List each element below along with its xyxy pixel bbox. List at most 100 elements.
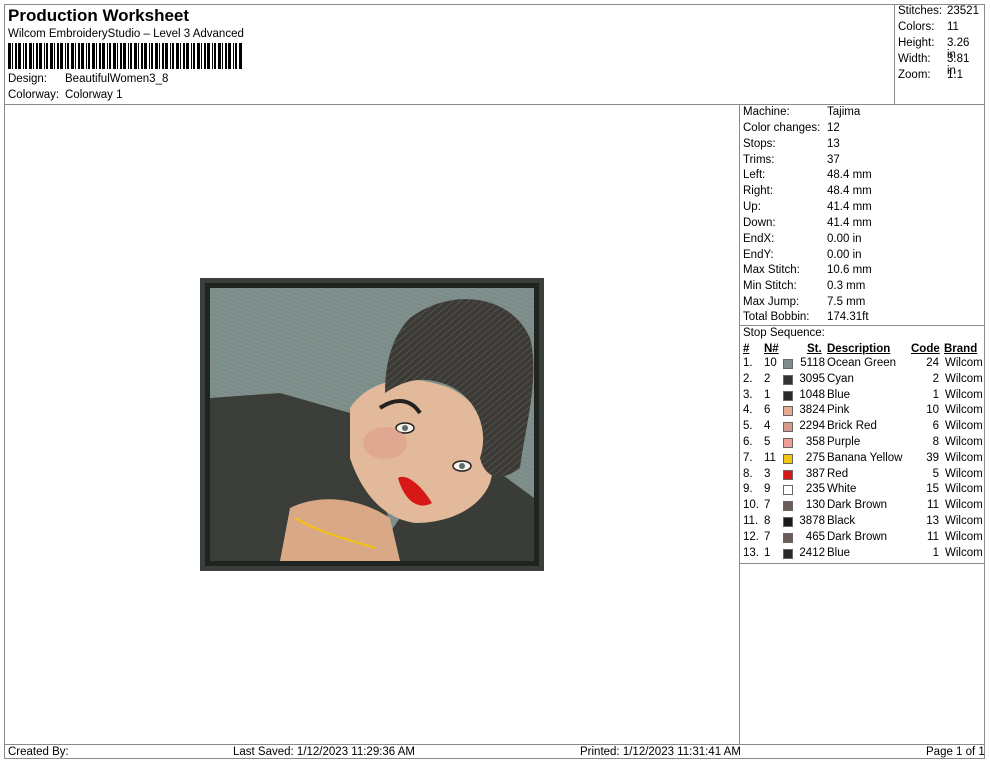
row-needle: 1 — [764, 388, 771, 401]
barcode-bar — [162, 43, 164, 69]
row-brand: Wilcom — [945, 499, 983, 512]
barcode-bar — [107, 43, 108, 69]
row-brand: Wilcom — [945, 546, 983, 559]
stop-sequence-row: 7. 11 275 Banana Yellow 39 Wilcom — [743, 452, 983, 468]
color-swatch — [783, 453, 793, 464]
row-code: 11 — [927, 530, 939, 543]
header-divider — [4, 104, 985, 105]
row-description: White — [827, 483, 857, 496]
row-description: Ocean Green — [827, 357, 897, 369]
row-description: Cyan — [827, 372, 854, 385]
row-number: 6. — [743, 436, 753, 448]
row-code: 5 — [932, 467, 939, 480]
row-number: 1. — [743, 357, 753, 369]
row-code: 11 — [927, 499, 939, 512]
info-row: Total Bobbin: 174.31ft — [743, 311, 869, 323]
row-description: Blue — [827, 388, 851, 401]
row-stitches: 130 — [805, 499, 825, 512]
barcode-bar — [191, 43, 192, 69]
stop-sequence-row: 6. 5 358 Purple 8 Wilcom — [743, 436, 983, 452]
barcode-bar — [186, 43, 189, 69]
row-brand: Wilcom — [945, 357, 983, 369]
design-blush — [363, 427, 407, 459]
barcode-bar — [113, 43, 116, 69]
row-brand: Wilcom — [945, 530, 983, 543]
info-row: Min Stitch: 0.3 mm — [743, 280, 866, 292]
row-code: 6 — [932, 420, 939, 433]
color-swatch — [783, 469, 793, 480]
row-brand: Wilcom — [945, 436, 983, 448]
row-needle: 5 — [764, 436, 771, 448]
row-stitches: 2412 — [799, 546, 825, 559]
row-needle: 11 — [764, 451, 776, 464]
info-stop-divider — [739, 325, 985, 326]
barcode-bar — [102, 43, 105, 69]
row-stitches: 3824 — [799, 404, 825, 417]
row-stitches: 3878 — [799, 515, 825, 527]
col-header-code: Code — [911, 343, 940, 355]
row-code: 24 — [926, 357, 939, 369]
row-code: 1 — [932, 388, 939, 401]
barcode-bar — [180, 43, 181, 69]
barcode-bar — [120, 43, 122, 69]
row-needle: 3 — [764, 467, 771, 480]
colorway-value: Colorway 1 — [65, 89, 123, 101]
barcode-bar — [71, 43, 74, 69]
barcode-bar — [214, 43, 216, 69]
info-row: EndY: 0.00 in — [743, 249, 862, 261]
row-code: 1 — [932, 546, 939, 559]
row-description: Brick Red — [827, 420, 877, 433]
row-needle: 9 — [764, 483, 771, 496]
color-swatch — [783, 532, 793, 543]
barcode-bar — [36, 43, 38, 69]
barcode-bar — [159, 43, 160, 69]
stop-sequence-row: 12. 7 465 Dark Brown 11 Wilcom — [743, 531, 983, 547]
row-number: 7. — [743, 451, 753, 464]
row-stitches: 5118 — [800, 357, 825, 369]
barcode-bar — [239, 43, 242, 69]
stop-sequence-row: 11. 8 3878 Black 13 Wilcom — [743, 515, 983, 531]
color-swatch — [783, 501, 793, 512]
row-number: 4. — [743, 404, 753, 417]
barcode-bar — [228, 43, 231, 69]
stop-sequence-row: 10. 7 130 Dark Brown 11 Wilcom — [743, 499, 983, 515]
stop-sequence-row: 13. 1 2412 Blue 1 Wilcom — [743, 547, 983, 563]
row-stitches: 2294 — [799, 420, 825, 433]
design-label: Design: — [8, 73, 47, 85]
barcode-bar — [193, 43, 195, 69]
row-description: Black — [827, 515, 856, 527]
info-row: EndX: 0.00 in — [743, 233, 862, 245]
barcode-bar — [78, 43, 80, 69]
info-row: Right: 48.4 mm — [743, 185, 872, 197]
row-brand: Wilcom — [945, 372, 983, 385]
row-description: Dark Brown — [827, 530, 888, 543]
row-number: 11. — [743, 515, 759, 527]
stop-sequence-row: 8. 3 387 Red 5 Wilcom — [743, 468, 983, 484]
barcode-bar — [225, 43, 227, 69]
barcode-bar — [50, 43, 53, 69]
barcode-bar — [233, 43, 234, 69]
summary-row: Zoom: 1:1 — [898, 69, 963, 81]
info-row: Up: 41.4 mm — [743, 201, 872, 213]
page-number: Page 1 of 1 — [926, 746, 985, 758]
barcode-bar — [128, 43, 129, 69]
summary-row: Width: 3.81 in — [898, 53, 970, 77]
color-swatch — [783, 359, 793, 369]
page-title: Production Worksheet — [8, 6, 190, 25]
row-number: 3. — [743, 388, 753, 401]
row-needle: 8 — [764, 515, 771, 527]
row-number: 5. — [743, 420, 753, 433]
row-description: Purple — [827, 436, 861, 448]
colorway-label: Colorway: — [8, 89, 60, 101]
barcode-bar — [46, 43, 48, 69]
row-code: 13 — [926, 515, 939, 527]
row-needle: 1 — [764, 546, 771, 559]
row-description: Dark Brown — [827, 499, 888, 512]
barcode-bar — [201, 43, 202, 69]
last-saved: Last Saved: 1/12/2023 11:29:36 AM — [233, 746, 416, 758]
row-description: Blue — [827, 546, 851, 559]
barcode-bar — [109, 43, 111, 69]
stop-sequence-row: 5. 4 2294 Brick Red 6 Wilcom — [743, 420, 983, 436]
row-description: Red — [827, 467, 849, 480]
row-brand: Wilcom — [945, 420, 983, 433]
